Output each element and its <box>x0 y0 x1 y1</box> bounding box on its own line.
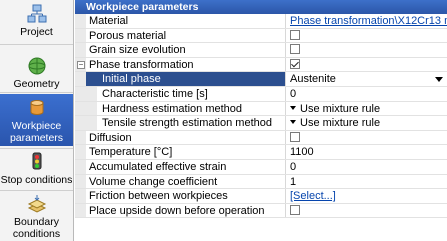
tensile-strength-estimation-dropdown[interactable]: Use mixture rule <box>287 116 447 130</box>
property-name: Phase transformation <box>86 57 286 72</box>
property-name: Diffusion <box>86 130 286 145</box>
property-name: Place upside down before operation <box>86 203 286 218</box>
hardness-estimation-dropdown[interactable]: Use mixture rule <box>287 102 447 116</box>
property-row-characteristic-time[interactable]: Characteristic time [s] 0 <box>75 86 447 102</box>
property-name: Accumulated effective strain <box>86 159 286 174</box>
sidebar-item-geometry[interactable]: Geometry <box>0 56 73 90</box>
property-row-initial-phase[interactable]: Initial phase Austenite <box>75 72 447 87</box>
sidebar: Project Geometry Workpiece parameters St… <box>0 0 74 241</box>
property-name: Tensile strength estimation method <box>86 116 286 130</box>
temperature-value[interactable]: 1100 <box>287 145 447 159</box>
volume-change-coefficient-value[interactable]: 1 <box>287 175 447 189</box>
diffusion-checkbox[interactable] <box>290 131 300 142</box>
property-name: Volume change coefficient <box>86 174 286 189</box>
sidebar-item-boundary-conditions[interactable]: Boundary conditions <box>0 194 73 240</box>
workpiece-icon <box>30 100 43 115</box>
sidebar-item-stop-conditions[interactable]: Stop conditions <box>0 152 73 188</box>
workpiece-parameters-panel: Workpiece parameters Material Phase tran… <box>75 0 447 241</box>
sidebar-divider <box>0 148 73 149</box>
property-name: Grain size evolution <box>86 43 286 57</box>
property-name: Characteristic time [s] <box>86 86 286 101</box>
sidebar-divider <box>0 190 73 191</box>
phase-transformation-checkbox[interactable] <box>290 58 300 69</box>
property-name: Friction between workpieces <box>86 189 286 203</box>
property-row-tensile-strength-estimation[interactable]: Tensile strength estimation method Use m… <box>75 116 447 131</box>
property-row-place-upside-down[interactable]: Place upside down before operation <box>75 203 447 219</box>
project-icon <box>27 4 46 23</box>
dropdown-value: Use mixture rule <box>300 102 381 115</box>
property-row-hardness-estimation[interactable]: Hardness estimation method Use mixture r… <box>75 101 447 117</box>
sidebar-item-label: Workpiece parameters <box>9 120 64 144</box>
place-upside-down-checkbox[interactable] <box>290 204 300 215</box>
characteristic-time-value[interactable]: 0 <box>287 87 447 101</box>
property-name: Hardness estimation method <box>86 101 286 116</box>
sidebar-item-label: Project <box>20 26 53 38</box>
property-name: Material <box>86 14 286 28</box>
porous-material-checkbox[interactable] <box>290 29 300 40</box>
dropdown-arrow-icon <box>290 105 296 110</box>
chevron-down-icon[interactable] <box>435 77 443 83</box>
sidebar-item-workpiece-parameters[interactable]: Workpiece parameters <box>0 94 73 146</box>
property-name: Temperature [°C] <box>86 145 286 159</box>
sidebar-item-label: Stop conditions <box>0 174 73 186</box>
sidebar-item-label: Geometry <box>13 78 60 90</box>
panel-title: Workpiece parameters <box>75 0 447 14</box>
property-row-porous-material[interactable]: Porous material <box>75 28 447 44</box>
property-row-temperature[interactable]: Temperature [°C] 1100 <box>75 145 447 160</box>
property-row-friction-between-workpieces[interactable]: Friction between workpieces [Select...] <box>75 189 447 204</box>
grain-size-evolution-checkbox[interactable] <box>290 44 300 55</box>
dropdown-value: Austenite <box>290 73 336 86</box>
material-link[interactable]: Phase transformation\X12Cr13 mixture <box>290 15 447 27</box>
stop-conditions-icon <box>32 152 41 170</box>
property-row-phase-transformation[interactable]: − Phase transformation <box>75 57 447 73</box>
property-row-material[interactable]: Material Phase transformation\X12Cr13 mi… <box>75 14 447 29</box>
initial-phase-dropdown[interactable]: Austenite <box>287 72 447 86</box>
property-row-diffusion[interactable]: Diffusion <box>75 130 447 146</box>
geometry-icon <box>28 57 45 75</box>
property-row-accumulated-effective-strain[interactable]: Accumulated effective strain 0 <box>75 159 447 175</box>
dropdown-value: Use mixture rule <box>300 117 381 130</box>
dropdown-arrow-icon <box>290 120 296 125</box>
property-row-grain-size-evolution[interactable]: Grain size evolution <box>75 43 447 58</box>
property-name: Porous material <box>86 28 286 43</box>
sidebar-divider <box>0 44 73 45</box>
property-name: Initial phase <box>86 72 286 86</box>
accumulated-effective-strain-value[interactable]: 0 <box>287 160 447 174</box>
sidebar-item-project[interactable]: Project <box>0 4 73 42</box>
sidebar-divider <box>0 92 73 93</box>
boundary-conditions-icon <box>27 195 46 213</box>
friction-select-link[interactable]: [Select...] <box>290 190 336 202</box>
property-grid: Material Phase transformation\X12Cr13 mi… <box>75 14 447 219</box>
sidebar-item-label: Boundary conditions <box>12 216 61 240</box>
property-row-volume-change-coefficient[interactable]: Volume change coefficient 1 <box>75 174 447 190</box>
collapse-icon[interactable]: − <box>77 60 85 69</box>
